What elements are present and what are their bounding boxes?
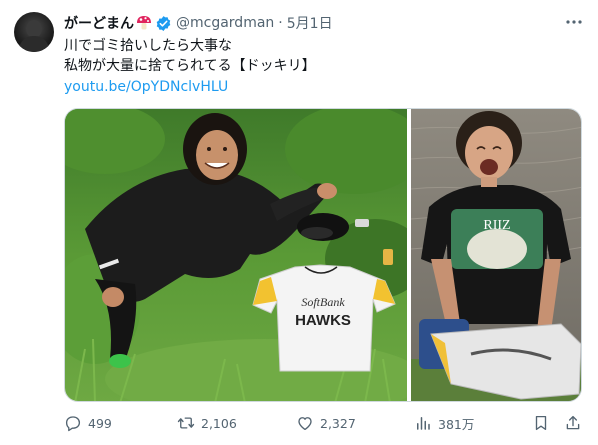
tweet-header: がーどまん @mcgardman · 5月1日 <box>64 12 333 34</box>
shirt-text: RIIZ <box>483 218 510 233</box>
action-bar: 499 2,106 2,327 381万 <box>64 410 582 436</box>
reply-icon <box>65 416 81 432</box>
share-button[interactable] <box>564 410 582 436</box>
separator-dot: · <box>278 15 283 31</box>
repost-button[interactable]: 2,106 <box>177 410 237 436</box>
like-icon <box>298 417 312 431</box>
jersey-text-top: SoftBank <box>301 295 345 309</box>
tweet-text-line1: 川でゴミ拾いしたら大事な <box>64 38 232 54</box>
jersey-text-bottom: HAWKS <box>295 312 351 329</box>
reply-count: 499 <box>88 415 112 431</box>
views-icon <box>417 417 430 430</box>
tweet-text-line2: 私物が大量に捨てられてる【ドッキリ】 <box>64 58 316 74</box>
mushroom-emoji <box>137 16 151 30</box>
more-icon <box>566 20 582 24</box>
media-photo-left[interactable]: SoftBank HAWKS <box>65 109 407 401</box>
like-button[interactable]: 2,327 <box>296 410 356 436</box>
display-name[interactable]: がーどまん <box>64 13 134 33</box>
media-photo-right[interactable]: RIIZ <box>411 109 581 401</box>
reply-button[interactable]: 499 <box>64 410 112 436</box>
bookmark-button[interactable] <box>532 410 550 436</box>
verified-badge-icon <box>156 15 171 31</box>
views-button[interactable]: 381万 <box>414 410 474 436</box>
bookmark-icon <box>535 415 547 431</box>
views-count: 381万 <box>438 416 475 432</box>
more-button[interactable] <box>564 12 584 32</box>
avatar[interactable] <box>14 12 54 52</box>
tweet-link[interactable]: youtu.be/OpYDNclvHLU <box>64 77 228 97</box>
tweet-date[interactable]: 5月1日 <box>287 13 333 33</box>
media-grid[interactable]: SoftBank HAWKS RIIZ <box>64 108 582 402</box>
share-icon <box>566 415 580 430</box>
repost-icon <box>177 417 195 429</box>
user-handle[interactable]: @mcgardman <box>176 15 274 31</box>
tweet-card[interactable]: がーどまん @mcgardman · 5月1日 川でゴミ拾いしたら大事な 私物が… <box>0 0 598 445</box>
repost-count: 2,106 <box>201 415 237 431</box>
like-count: 2,327 <box>320 415 356 431</box>
